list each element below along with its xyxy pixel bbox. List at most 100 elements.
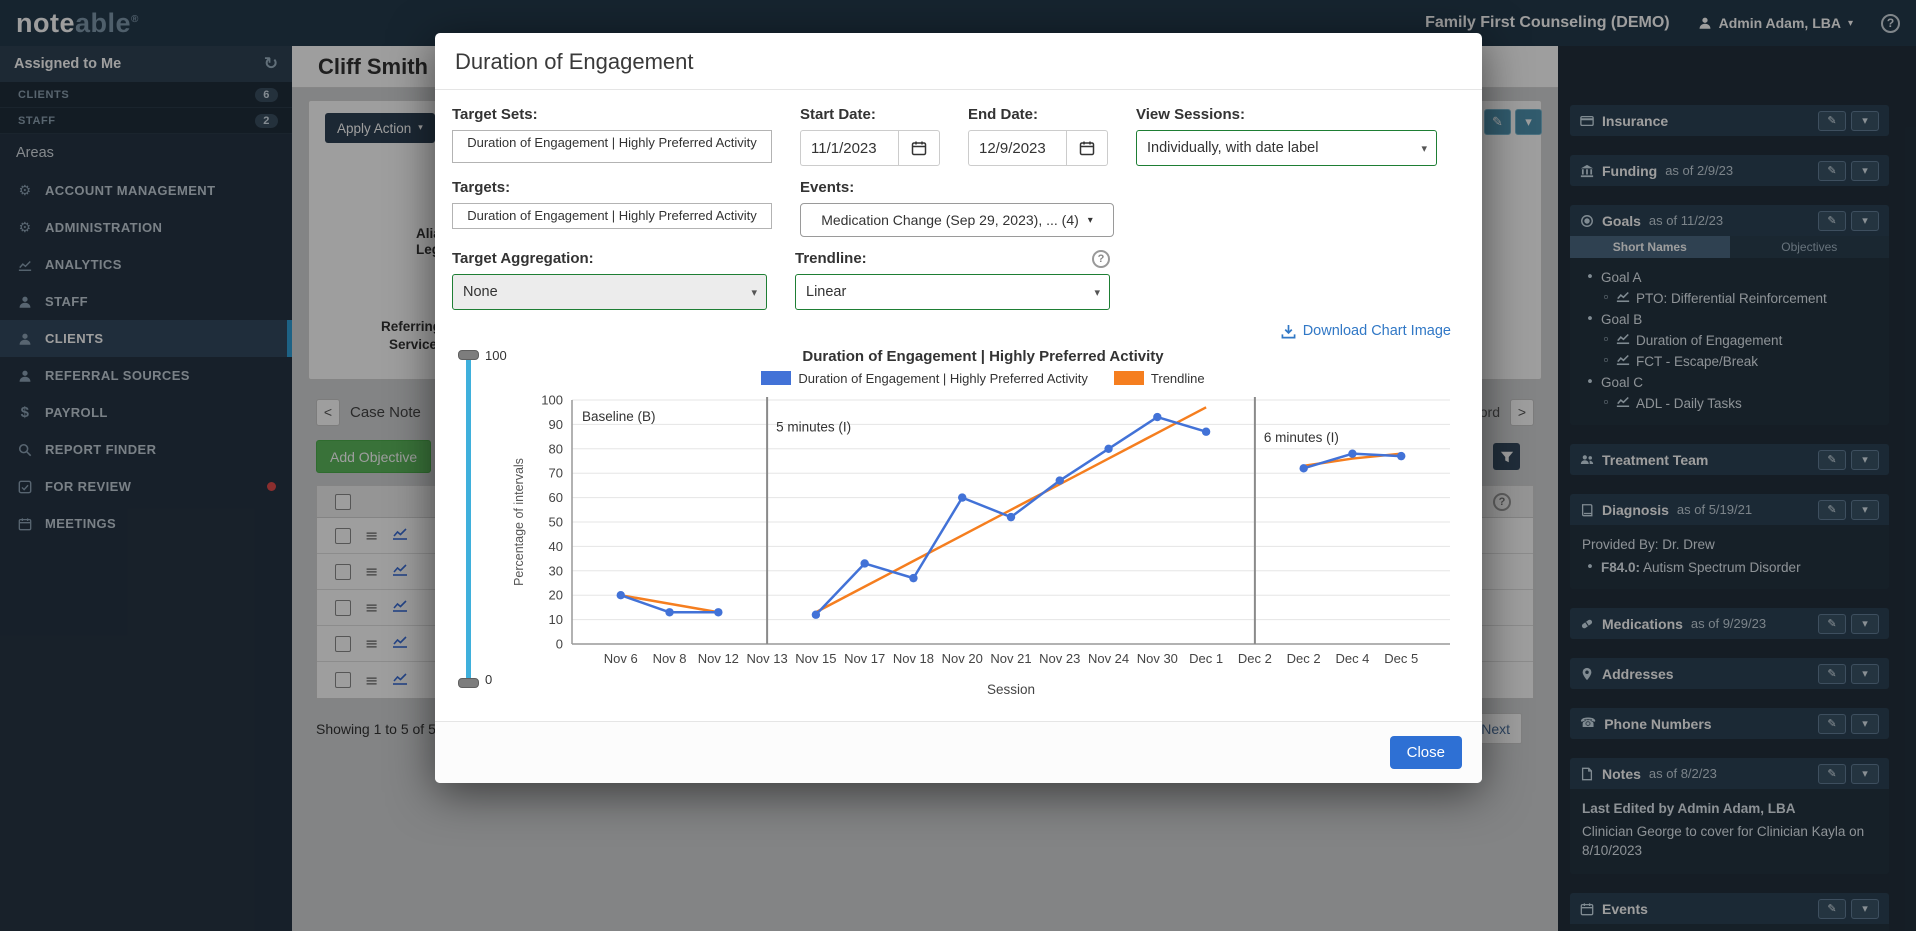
- legend-swatch-orange: [1113, 371, 1144, 385]
- svg-text:10: 10: [549, 612, 563, 627]
- svg-text:Nov 30: Nov 30: [1137, 651, 1178, 666]
- chevron-down-icon: ▾: [751, 285, 757, 299]
- svg-text:Nov 15: Nov 15: [795, 651, 836, 666]
- chart-title: Duration of Engagement | Highly Preferre…: [802, 347, 1164, 365]
- start-date-calendar-button[interactable]: [898, 130, 940, 166]
- svg-text:Dec 4: Dec 4: [1335, 651, 1369, 666]
- app-root: noteable® Family First Counseling (DEMO)…: [0, 0, 1916, 931]
- svg-text:Percentage of intervals: Percentage of intervals: [512, 458, 526, 586]
- view-sessions-label: View Sessions:: [1136, 106, 1245, 123]
- modal-footer: Close: [435, 721, 1482, 783]
- svg-text:5 minutes (I): 5 minutes (I): [776, 419, 851, 434]
- svg-text:Nov 18: Nov 18: [893, 651, 934, 666]
- target-aggregation-field: Target Aggregation: None ▾: [452, 250, 767, 310]
- svg-text:20: 20: [549, 587, 563, 602]
- engagement-line-chart: 0 10 20 30 40 50 60 70 80 90 100 Nov 6 Nov 8 Nov 12 No…: [512, 392, 1450, 697]
- svg-text:0: 0: [556, 636, 563, 651]
- end-date-calendar-button[interactable]: [1066, 130, 1108, 166]
- start-date-field: Start Date:: [800, 106, 940, 166]
- events-dropdown[interactable]: Medication Change (Sep 29, 2023), ... (4…: [800, 203, 1114, 237]
- end-date-label: End Date:: [968, 106, 1039, 123]
- svg-text:Nov 13: Nov 13: [747, 651, 788, 666]
- chart-area: 100 0 Duration of Engagement | Highly Pr…: [452, 348, 1465, 705]
- legend-swatch-blue: [761, 371, 792, 385]
- chevron-down-icon: ▾: [1094, 285, 1100, 299]
- legend-item-series: Duration of Engagement | Highly Preferre…: [761, 371, 1088, 386]
- svg-text:Nov 17: Nov 17: [844, 651, 885, 666]
- chevron-down-icon: ▾: [1421, 141, 1427, 155]
- target-sets-label: Target Sets:: [452, 106, 538, 123]
- events-label: Events:: [800, 179, 855, 196]
- modal-header: Duration of Engagement: [435, 33, 1482, 90]
- target-sets-listbox[interactable]: Duration of Engagement | Highly Preferre…: [452, 130, 772, 163]
- svg-text:Nov 23: Nov 23: [1039, 651, 1080, 666]
- trendline-select[interactable]: Linear ▾: [795, 274, 1110, 310]
- svg-text:Nov 12: Nov 12: [698, 651, 739, 666]
- svg-text:100: 100: [541, 392, 563, 407]
- end-date-field: End Date:: [968, 106, 1108, 166]
- legend-label: Duration of Engagement | Highly Preferre…: [798, 370, 1088, 386]
- svg-text:Nov 20: Nov 20: [942, 651, 983, 666]
- slider-track[interactable]: [466, 353, 471, 686]
- chart-legend: Duration of Engagement | Highly Preferre…: [508, 371, 1458, 386]
- chart-column: Duration of Engagement | Highly Preferre…: [508, 348, 1458, 705]
- slider-min-handle[interactable]: [458, 677, 479, 688]
- targets-selected-option[interactable]: Duration of Engagement | Highly Preferre…: [459, 207, 765, 224]
- svg-text:Dec 5: Dec 5: [1384, 651, 1418, 666]
- duration-of-engagement-modal: Duration of Engagement Target Sets: Dura…: [435, 33, 1482, 783]
- modal-body: Target Sets: Duration of Engagement | Hi…: [435, 90, 1482, 721]
- view-sessions-select[interactable]: Individually, with date label ▾: [1136, 130, 1437, 166]
- chevron-down-icon: ▾: [1087, 214, 1093, 226]
- target-sets-selected-option[interactable]: Duration of Engagement | Highly Preferre…: [459, 134, 765, 151]
- close-button[interactable]: Close: [1389, 736, 1462, 769]
- svg-text:70: 70: [549, 465, 563, 480]
- y-axis-range-slider[interactable]: 100 0: [452, 348, 508, 692]
- svg-text:50: 50: [549, 514, 563, 529]
- svg-text:40: 40: [549, 538, 563, 553]
- view-sessions-field: View Sessions: Individually, with date l…: [1136, 106, 1437, 166]
- form-row-3: Target Aggregation: None ▾ Trendline: ? …: [452, 250, 1465, 310]
- svg-text:90: 90: [549, 416, 563, 431]
- form-row-1: Target Sets: Duration of Engagement | Hi…: [452, 106, 1465, 166]
- view-sessions-value: Individually, with date label: [1147, 140, 1319, 156]
- svg-text:Nov 21: Nov 21: [990, 651, 1031, 666]
- svg-text:30: 30: [549, 563, 563, 578]
- slider-max-value: 100: [485, 347, 507, 363]
- download-link-label: Download Chart Image: [1302, 323, 1451, 339]
- trendline-help-icon[interactable]: ?: [1092, 250, 1110, 268]
- target-aggregation-value: None: [463, 284, 498, 300]
- legend-label: Trendline: [1150, 370, 1205, 386]
- start-date-input[interactable]: [800, 130, 898, 166]
- events-value: Medication Change (Sep 29, 2023), ... (4…: [821, 212, 1079, 228]
- calendar-icon: [1079, 141, 1095, 156]
- svg-text:Nov 8: Nov 8: [653, 651, 687, 666]
- trendline-label: Trendline:: [795, 250, 867, 267]
- events-field: Events: Medication Change (Sep 29, 2023)…: [800, 179, 1114, 237]
- trendline-value: Linear: [806, 284, 847, 300]
- slider-max-handle[interactable]: [458, 349, 479, 360]
- targets-label: Targets:: [452, 179, 511, 196]
- end-date-input[interactable]: [968, 130, 1066, 166]
- svg-text:60: 60: [549, 490, 563, 505]
- svg-text:Dec 1: Dec 1: [1189, 651, 1223, 666]
- form-row-2: Targets: Duration of Engagement | Highly…: [452, 179, 1465, 237]
- svg-text:80: 80: [549, 441, 563, 456]
- target-aggregation-select[interactable]: None ▾: [452, 274, 767, 310]
- start-date-label: Start Date:: [800, 106, 876, 123]
- modal-title: Duration of Engagement: [455, 49, 694, 74]
- legend-item-trendline: Trendline: [1113, 370, 1205, 386]
- trendline-field: Trendline: ? Linear ▾: [795, 250, 1110, 310]
- download-row: Download Chart Image: [452, 323, 1465, 344]
- target-sets-field: Target Sets: Duration of Engagement | Hi…: [452, 106, 772, 166]
- svg-text:Dec 2: Dec 2: [1287, 651, 1321, 666]
- targets-listbox[interactable]: Duration of Engagement | Highly Preferre…: [452, 203, 772, 229]
- download-chart-image-link[interactable]: Download Chart Image: [1281, 323, 1451, 339]
- target-aggregation-label: Target Aggregation:: [452, 250, 594, 267]
- svg-text:6 minutes (I): 6 minutes (I): [1264, 430, 1339, 445]
- calendar-icon: [911, 141, 927, 156]
- download-icon: [1281, 324, 1296, 338]
- svg-text:Baseline (B): Baseline (B): [582, 409, 656, 424]
- svg-text:Nov 24: Nov 24: [1088, 651, 1129, 666]
- targets-field: Targets: Duration of Engagement | Highly…: [452, 179, 772, 237]
- slider-min-value: 0: [485, 671, 493, 687]
